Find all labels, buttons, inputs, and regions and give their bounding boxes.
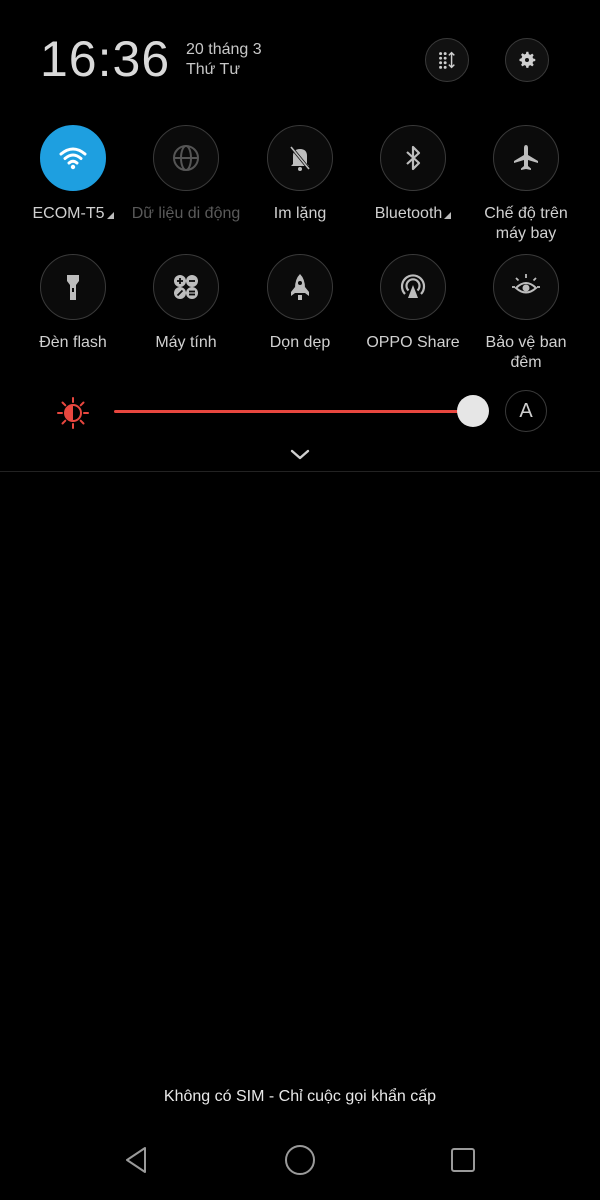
brightness-slider-track[interactable] xyxy=(114,410,474,413)
tile-flashlight-label: Đèn flash xyxy=(39,334,107,351)
night-shield-toggle[interactable] xyxy=(493,254,559,320)
gear-icon xyxy=(519,51,536,68)
bell-off-icon xyxy=(289,146,311,171)
tile-calculator[interactable]: Máy tính xyxy=(131,254,241,353)
oppo-share-toggle[interactable] xyxy=(380,254,446,320)
sim-status-text: Không có SIM - Chỉ cuộc gọi khẩn cấp xyxy=(163,1088,437,1105)
tile-mobile-data-label: Dữ liệu di động xyxy=(131,205,241,222)
bluetooth-icon xyxy=(406,145,421,171)
calculator-button[interactable] xyxy=(153,254,219,320)
flashlight-toggle[interactable] xyxy=(40,254,106,320)
date-block[interactable]: 20 tháng 3 Thứ Tư xyxy=(186,40,262,80)
tile-night-shield[interactable]: Bảo vệ ban đêm xyxy=(471,254,581,373)
mobile-data-toggle[interactable] xyxy=(153,125,219,191)
edit-tiles-button[interactable] xyxy=(425,38,469,82)
wifi-more-arrow-icon xyxy=(106,212,114,219)
tile-bluetooth[interactable]: Bluetooth xyxy=(358,125,468,224)
eye-sun-icon xyxy=(512,274,540,294)
tile-silent-label: Im lặng xyxy=(273,205,327,222)
tile-airplane-mode[interactable]: Chế độ trên máy bay xyxy=(471,125,581,244)
brightness-icon xyxy=(57,397,89,429)
tile-oppo-share[interactable]: OPPO Share xyxy=(358,254,468,353)
silent-toggle[interactable] xyxy=(267,125,333,191)
airplane-icon xyxy=(514,145,538,170)
tile-silent[interactable]: Im lặng xyxy=(245,125,355,224)
wifi-icon xyxy=(59,147,87,170)
chevron-down-icon[interactable] xyxy=(288,445,312,463)
tile-mobile-data[interactable]: Dữ liệu di động xyxy=(131,125,241,224)
back-triangle-icon[interactable] xyxy=(118,1142,154,1178)
brightness-control: A xyxy=(0,390,600,434)
calculator-icon xyxy=(174,275,198,299)
share-radar-icon xyxy=(400,274,426,298)
flashlight-icon xyxy=(67,275,79,300)
wifi-toggle[interactable] xyxy=(40,125,106,191)
clock: 16:36 xyxy=(40,31,171,87)
panel-divider xyxy=(0,471,600,472)
rocket-icon xyxy=(291,274,309,300)
globe-icon xyxy=(173,145,199,171)
tile-airplane-mode-label: Chế độ trên máy bay xyxy=(484,205,568,242)
quick-settings-header: 16:36 20 tháng 3 Thứ Tư xyxy=(0,0,600,110)
auto-brightness-button[interactable]: A xyxy=(505,390,547,432)
weekday-text: Thứ Tư xyxy=(186,61,241,78)
tile-cleanup[interactable]: Dọn dẹp xyxy=(245,254,355,353)
tile-oppo-share-label: OPPO Share xyxy=(366,334,460,351)
bluetooth-toggle[interactable] xyxy=(380,125,446,191)
cleanup-button[interactable] xyxy=(267,254,333,320)
tile-wifi-label: ECOM-T5 xyxy=(18,204,128,224)
tile-night-shield-label: Bảo vệ ban đêm xyxy=(485,334,567,371)
tile-bluetooth-label: Bluetooth xyxy=(358,204,468,224)
tile-calculator-label: Máy tính xyxy=(155,334,217,351)
tile-wifi[interactable]: ECOM-T5 xyxy=(18,125,128,224)
date-text: 20 tháng 3 xyxy=(186,41,262,58)
tile-flashlight[interactable]: Đèn flash xyxy=(18,254,128,353)
settings-button[interactable] xyxy=(505,38,549,82)
recents-square-icon[interactable] xyxy=(445,1142,481,1178)
airplane-mode-toggle[interactable] xyxy=(493,125,559,191)
brightness-slider-thumb[interactable] xyxy=(457,395,489,427)
navigation-bar xyxy=(0,1130,600,1190)
grid-sort-icon xyxy=(439,51,455,69)
home-circle-icon[interactable] xyxy=(282,1142,318,1178)
tile-cleanup-label: Dọn dẹp xyxy=(269,334,331,351)
bluetooth-more-arrow-icon xyxy=(444,212,452,219)
